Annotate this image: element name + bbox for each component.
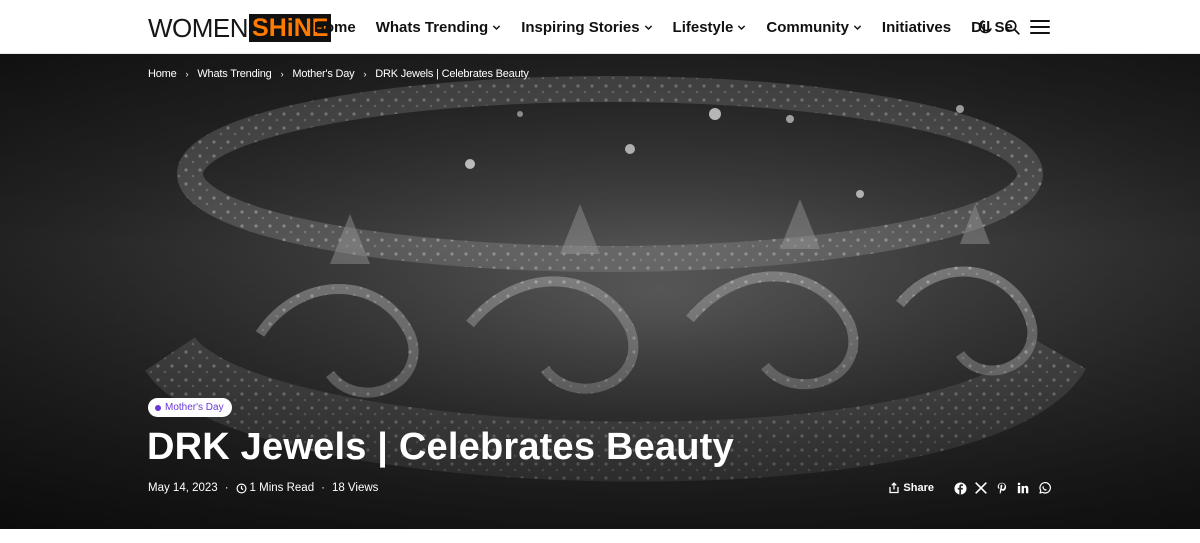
- meta-separator: ·: [321, 482, 325, 494]
- view-count: 18 Views: [331, 482, 379, 494]
- breadcrumb: Home › Whats Trending › Mother's Day › D…: [148, 68, 529, 80]
- nav-item-initiatives[interactable]: Initiatives: [882, 19, 951, 36]
- chevron-down-icon: [492, 23, 501, 32]
- site-header: WOMEN SHiNE Home Whats Trending Inspirin…: [0, 0, 1200, 54]
- page-title: DRK Jewels | Celebrates Beauty: [147, 426, 734, 468]
- linkedin-icon[interactable]: [1016, 481, 1030, 495]
- nav-item-home[interactable]: Home: [314, 19, 356, 36]
- nav-item-label: Initiatives: [881, 18, 952, 36]
- article-meta: May 14, 2023 · 1 Mins Read · 18 Views: [148, 482, 378, 494]
- dark-mode-icon[interactable]: [975, 17, 995, 37]
- share-icon: [889, 482, 900, 494]
- x-icon[interactable]: [974, 481, 988, 495]
- header-tools: [968, 17, 1051, 37]
- category-badge[interactable]: Mother's Day: [148, 398, 232, 417]
- search-icon[interactable]: [1002, 17, 1022, 37]
- read-time: 1 Mins Read: [249, 482, 315, 494]
- nav-item-whats-trending[interactable]: Whats Trending: [376, 19, 502, 36]
- article-date: May 14, 2023: [148, 482, 218, 494]
- chevron-down-icon: [737, 23, 746, 32]
- main-nav: Home Whats Trending Inspiring Stories Li…: [314, 0, 1033, 54]
- nav-item-label: Home: [314, 18, 356, 36]
- facebook-icon[interactable]: [953, 481, 967, 495]
- article-hero: Home › Whats Trending › Mother's Day › D…: [0, 54, 1200, 529]
- category-dot-icon: [155, 404, 161, 411]
- share-bar: Share: [888, 481, 1051, 495]
- nav-item-label: Community: [766, 18, 849, 36]
- meta-separator: ·: [224, 482, 229, 494]
- category-label: Mother's Day: [165, 402, 224, 413]
- menu-icon[interactable]: [1029, 17, 1051, 37]
- pinterest-icon[interactable]: [995, 481, 1009, 495]
- nav-item-label: Inspiring Stories: [521, 18, 640, 36]
- chevron-right-icon: ›: [280, 69, 284, 79]
- nav-item-inspiring-stories[interactable]: Inspiring Stories: [521, 19, 652, 36]
- chevron-down-icon: [853, 23, 862, 32]
- nav-item-lifestyle[interactable]: Lifestyle: [673, 19, 747, 36]
- breadcrumb-mothers-day[interactable]: Mother's Day: [292, 68, 354, 80]
- logo-text-women: WOMEN: [148, 13, 249, 43]
- chevron-down-icon: [644, 23, 653, 32]
- clock-icon: [236, 483, 247, 494]
- share-button[interactable]: Share: [888, 482, 934, 494]
- nav-item-label: Whats Trending: [375, 18, 489, 36]
- whatsapp-icon[interactable]: [1037, 481, 1051, 495]
- site-logo[interactable]: WOMEN SHiNE: [148, 13, 332, 43]
- chevron-right-icon: ›: [185, 69, 189, 79]
- breadcrumb-home[interactable]: Home: [148, 68, 177, 80]
- share-label: Share: [903, 482, 934, 494]
- breadcrumb-whats-trending[interactable]: Whats Trending: [197, 68, 271, 80]
- breadcrumb-current: DRK Jewels | Celebrates Beauty: [375, 68, 529, 80]
- chevron-right-icon: ›: [363, 69, 367, 79]
- nav-item-community[interactable]: Community: [766, 19, 862, 36]
- nav-item-label: Lifestyle: [672, 18, 734, 36]
